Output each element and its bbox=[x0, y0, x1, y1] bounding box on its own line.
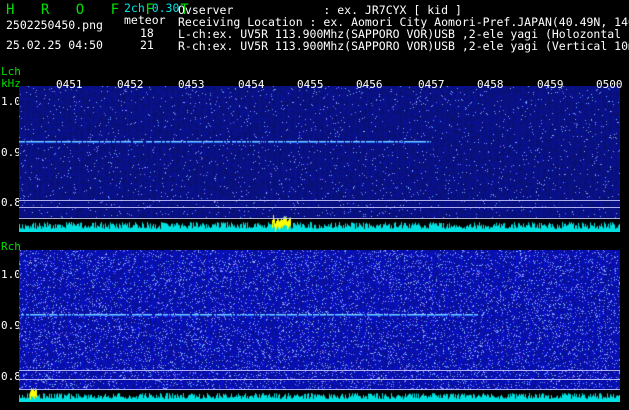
time-axis-label: 0451 bbox=[56, 78, 83, 91]
time-axis-label: 0453 bbox=[178, 78, 205, 91]
hrofft-window: H R O F F T 2ch 0.30 2502250450.png mete… bbox=[0, 0, 629, 410]
lch-level-guide bbox=[19, 207, 620, 208]
time-axis-label: 0459 bbox=[537, 78, 564, 91]
time-axis-label: 0452 bbox=[117, 78, 144, 91]
meteor-label: meteor bbox=[124, 13, 166, 27]
rch-level-guide bbox=[19, 389, 620, 390]
rch-ytick: 0.8 bbox=[1, 370, 21, 383]
time-axis-label: 0500 bbox=[596, 78, 623, 91]
rch-level-guide bbox=[19, 379, 620, 380]
rch-label: Rch bbox=[1, 240, 21, 253]
rch-ytick: 1.0 bbox=[1, 268, 21, 281]
lch-ytick: 1.0 bbox=[1, 95, 21, 108]
rch-description: R-ch:ex. UV5R 113.900Mhz(SAPPORO VOR)USB… bbox=[178, 39, 629, 53]
lch-level-guide bbox=[19, 200, 620, 201]
lch-ytick: 0.9 bbox=[1, 146, 21, 159]
time-axis-label: 0457 bbox=[418, 78, 445, 91]
rch-level-guide bbox=[19, 370, 620, 371]
meteor-count-rch: 21 bbox=[140, 38, 154, 52]
lch-level-guide bbox=[19, 218, 620, 219]
rch-ytick: 0.9 bbox=[1, 319, 21, 332]
time-axis-label: 0458 bbox=[477, 78, 504, 91]
time-axis-label: 0455 bbox=[297, 78, 324, 91]
lch-spectrogram bbox=[19, 86, 620, 232]
lch-label: Lch bbox=[1, 65, 21, 78]
time-axis-label: 0456 bbox=[356, 78, 383, 91]
timestamp-label: 25.02.25 04:50 bbox=[6, 38, 103, 52]
filename-label: 2502250450.png bbox=[6, 18, 103, 32]
lch-ytick: 0.8 bbox=[1, 196, 21, 209]
time-axis-label: 0454 bbox=[238, 78, 265, 91]
lch-unit-label: kHz bbox=[1, 77, 21, 90]
